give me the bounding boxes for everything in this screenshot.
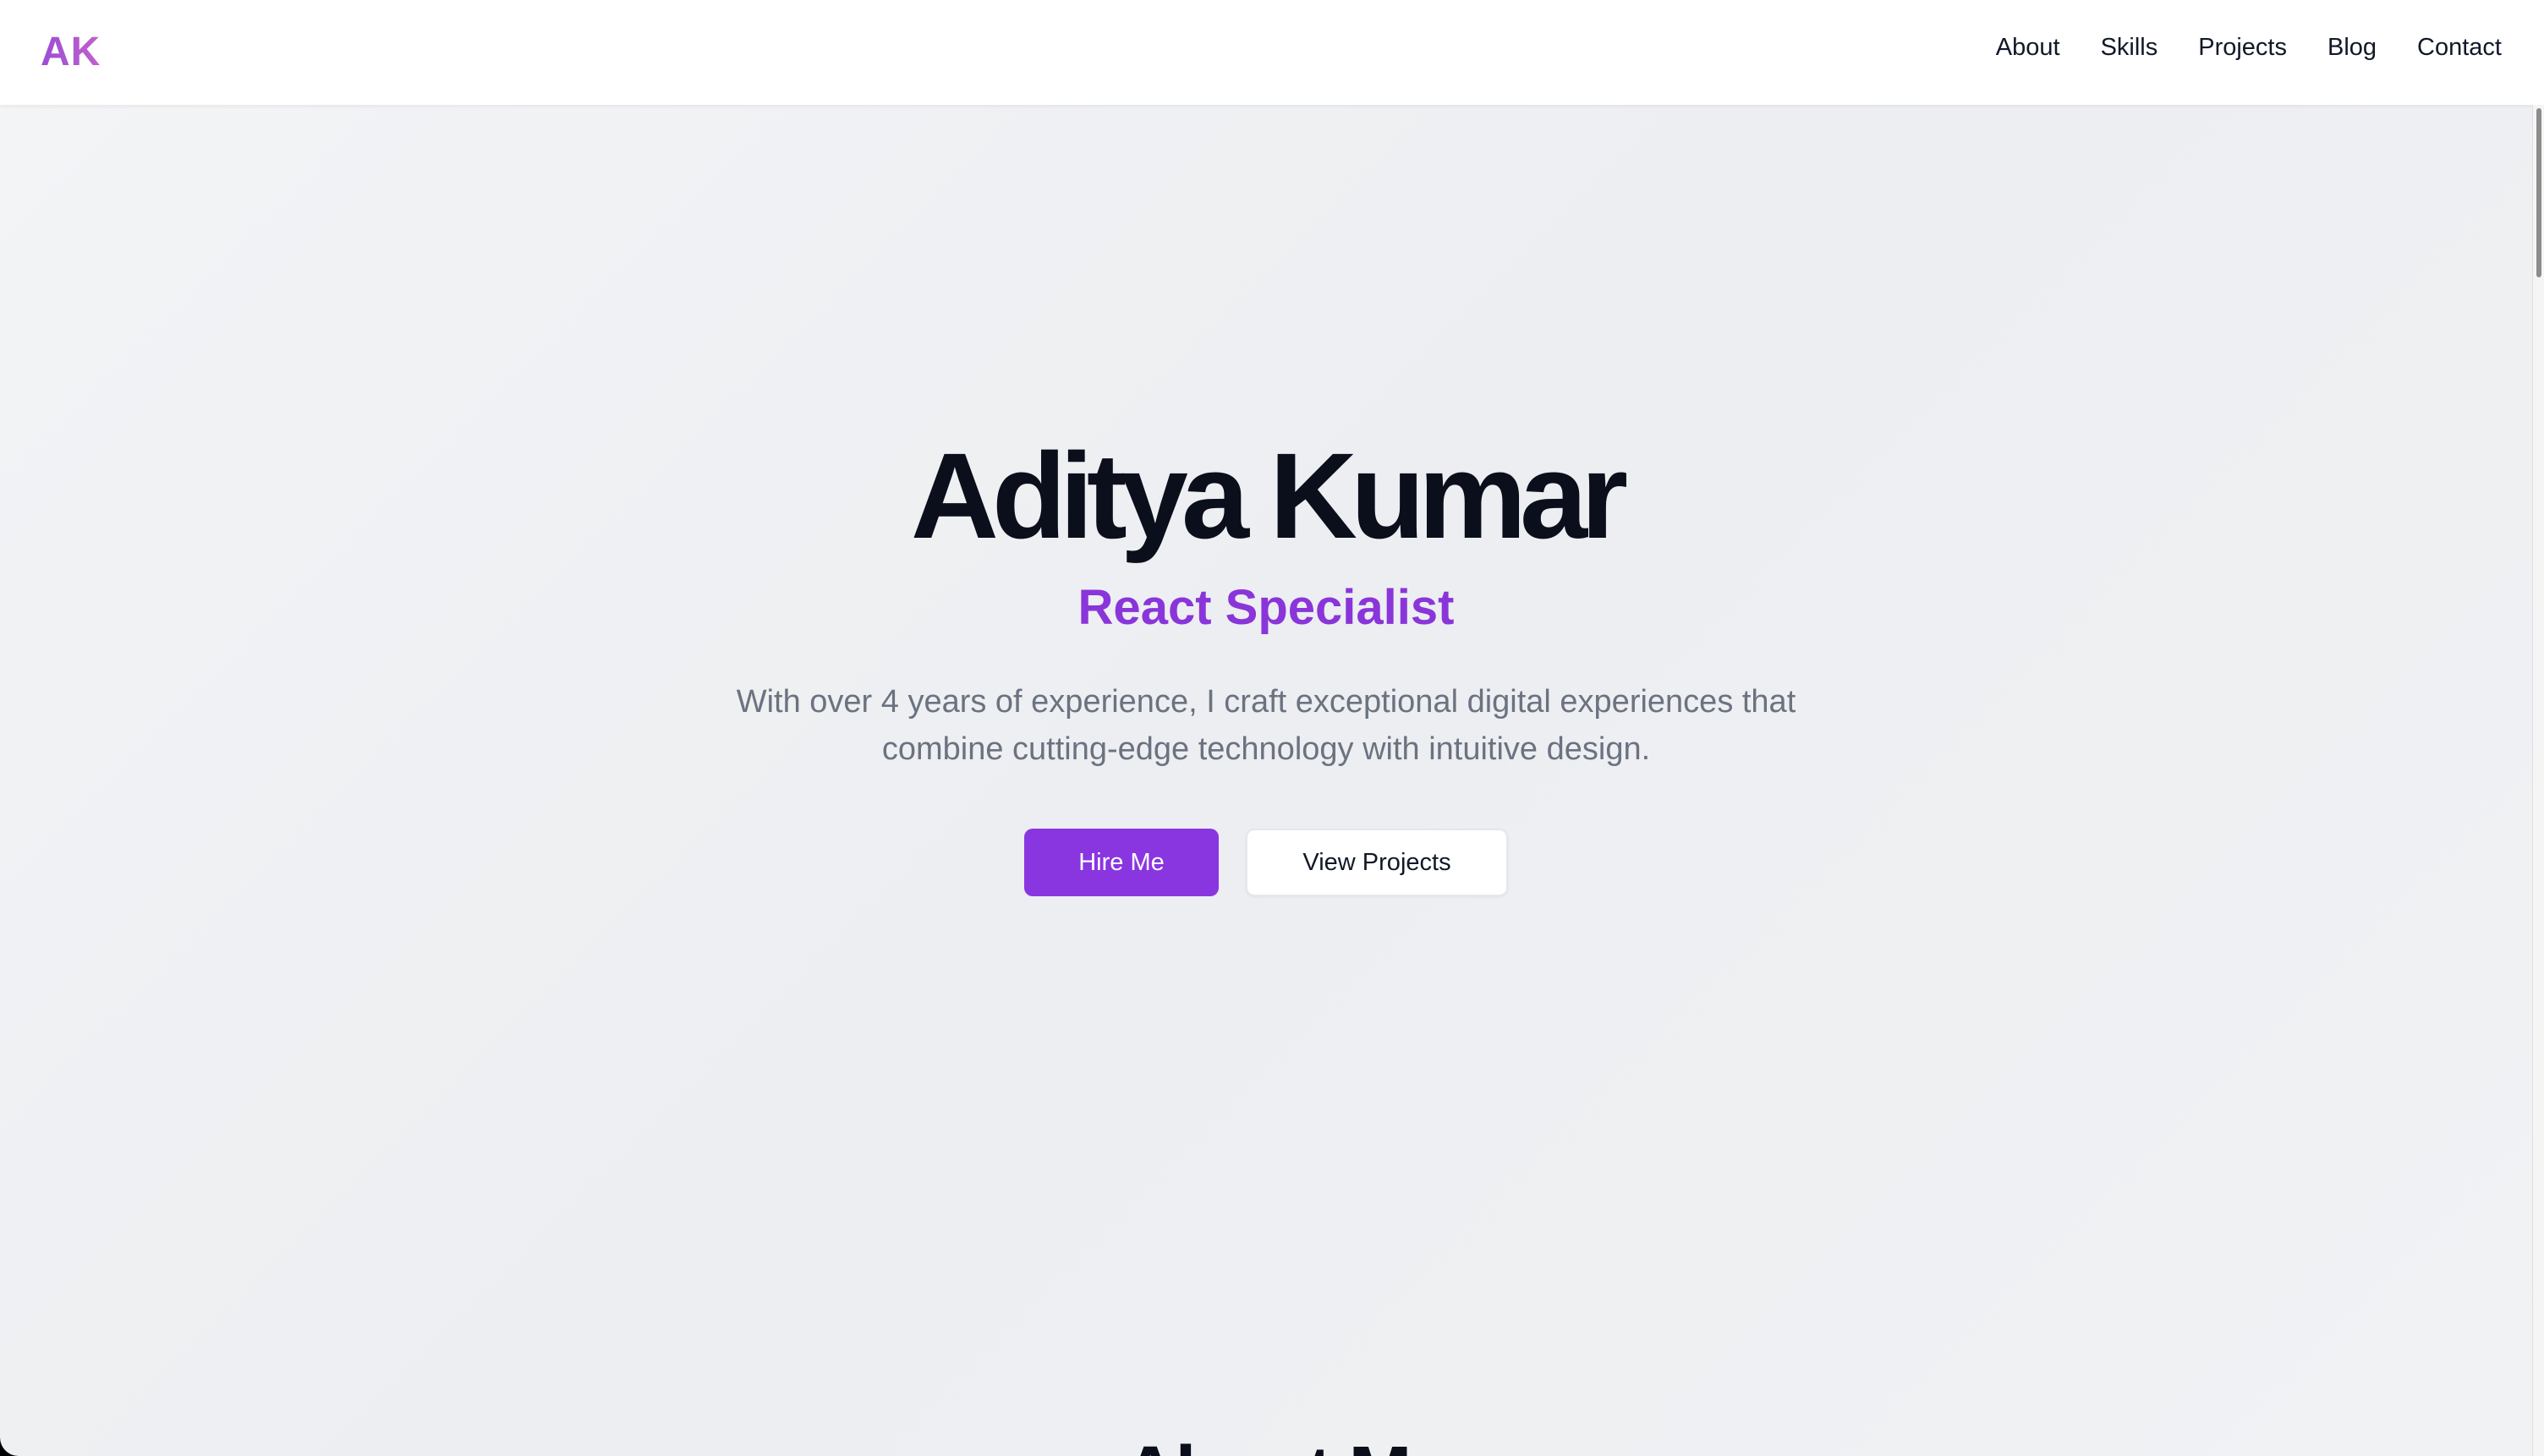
- logo[interactable]: AK: [41, 29, 101, 75]
- view-projects-button[interactable]: View Projects: [1246, 829, 1508, 896]
- about-section-heading: About M: [0, 1431, 2532, 1456]
- hero-actions: Hire Me View Projects: [0, 829, 2532, 896]
- hire-me-button[interactable]: Hire Me: [1024, 829, 1219, 896]
- nav-link-contact[interactable]: Contact: [2417, 34, 2502, 62]
- nav-link-projects[interactable]: Projects: [2198, 34, 2287, 62]
- hero-description: With over 4 years of experience, I craft…: [0, 678, 2532, 773]
- scrollbar-thumb[interactable]: [2536, 108, 2541, 277]
- nav-link-about[interactable]: About: [1996, 34, 2060, 62]
- nav-links: About Skills Projects Blog Contact: [1996, 34, 2502, 62]
- hero-role: React Specialist: [1077, 580, 1455, 635]
- browser-viewport: AK About Skills Projects Blog Contact Ad…: [0, 0, 2544, 1456]
- hero-section: Aditya Kumar React Specialist With over …: [0, 105, 2532, 1456]
- hero-description-line: With over 4 years of experience, I craft…: [736, 684, 1796, 720]
- nav-link-skills[interactable]: Skills: [2101, 34, 2158, 62]
- hero-description-line: combine cutting-edge technology with int…: [881, 731, 1651, 767]
- hero-name: Aditya Kumar: [910, 428, 1628, 564]
- scrollbar[interactable]: [2532, 105, 2544, 1456]
- nav-link-blog[interactable]: Blog: [2327, 34, 2377, 62]
- navbar: AK About Skills Projects Blog Contact: [0, 0, 2544, 105]
